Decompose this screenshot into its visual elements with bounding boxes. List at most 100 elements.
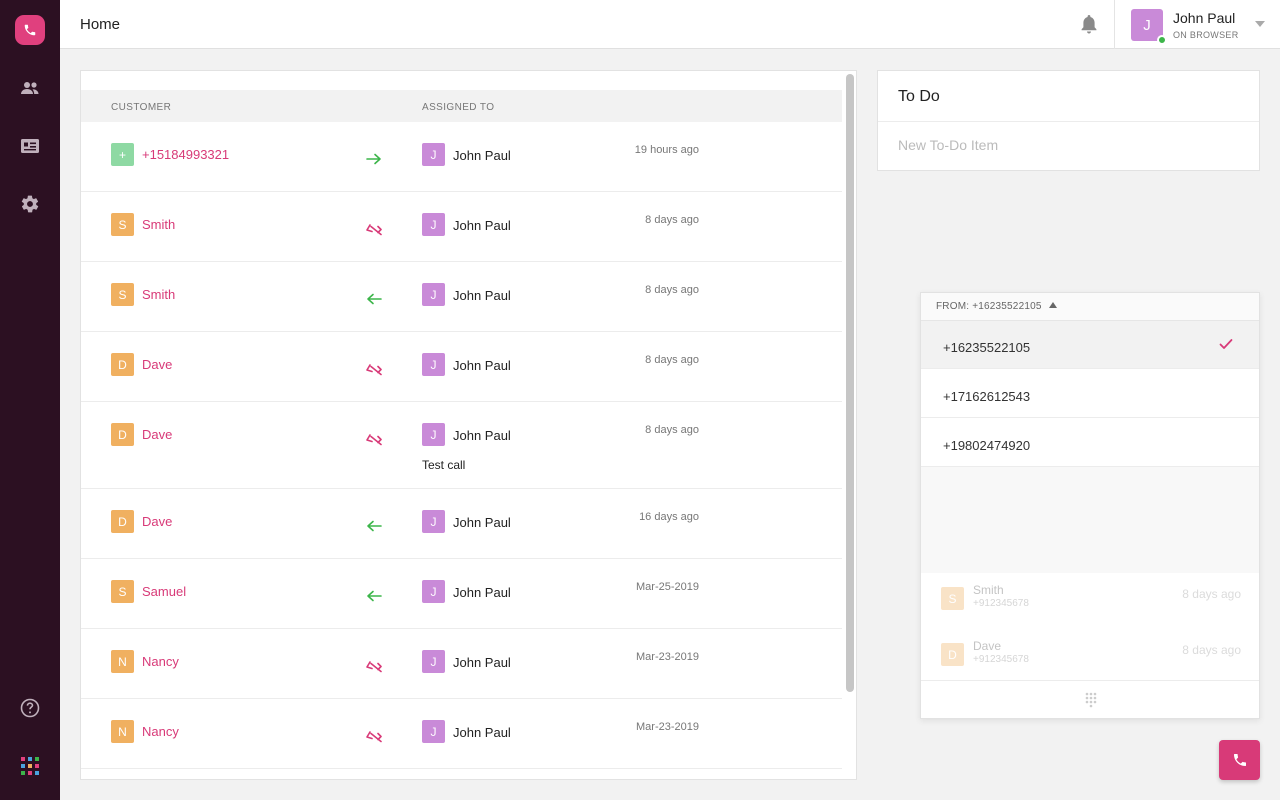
call-row[interactable]: N Nancy J John Paul Mar-23-2019 — [81, 699, 842, 769]
from-number-option[interactable]: +19802474920 — [921, 419, 1259, 467]
contact-card-icon[interactable] — [18, 134, 42, 158]
call-row[interactable]: N Nancy J John Paul Mar-23-2019 — [81, 629, 842, 699]
contacts-icon[interactable] — [18, 76, 42, 100]
agent-name: John Paul — [453, 585, 511, 600]
recent-number: +912345678 — [973, 654, 1029, 665]
customer-name[interactable]: +15184993321 — [142, 147, 229, 162]
customer-name[interactable]: Samuel — [142, 584, 186, 599]
customer-avatar: D — [111, 423, 134, 446]
dialer-panel: FROM: +16235522105 +16235522105 +17162612… — [920, 292, 1260, 719]
agent-name: John Paul — [453, 218, 511, 233]
call-time: 19 hours ago — [634, 144, 699, 156]
apps-grid-icon[interactable] — [18, 754, 42, 778]
top-bar: Home J John Paul ON BROWSER — [60, 0, 1280, 49]
call-log: CUSTOMER ASSIGNED TO + +15184993321 J John … — [80, 70, 857, 780]
agent-avatar: J — [422, 143, 445, 166]
arrow-left-icon — [365, 589, 383, 603]
customer-avatar: N — [111, 650, 134, 673]
arrow-left-icon — [365, 292, 383, 306]
agent-avatar: J — [422, 283, 445, 306]
chevron-down-icon[interactable] — [1255, 21, 1265, 27]
settings-gear-icon[interactable] — [18, 192, 42, 216]
call-row[interactable]: S Samuel J John Paul Mar-25-2019 — [81, 559, 842, 629]
customer-name[interactable]: Smith — [142, 217, 175, 232]
missed-call-icon — [365, 729, 383, 743]
missed-call-icon — [365, 222, 383, 236]
agent-name: John Paul — [453, 655, 511, 670]
recent-name: Smith — [973, 583, 1004, 597]
todo-card: To Do — [877, 70, 1260, 171]
agent-name: John Paul — [453, 288, 511, 303]
customer-name[interactable]: Dave — [142, 427, 172, 442]
todo-title: To Do — [898, 88, 940, 105]
from-number-option[interactable]: +17162612543 — [921, 370, 1259, 418]
agent-avatar: J — [422, 580, 445, 603]
call-time: 8 days ago — [645, 214, 699, 226]
agent-avatar: J — [422, 650, 445, 673]
agent-avatar: J — [422, 510, 445, 533]
call-time: Mar-23-2019 — [636, 651, 699, 663]
customer-name[interactable]: Smith — [142, 287, 175, 302]
customer-avatar: D — [111, 510, 134, 533]
from-number-label: FROM: +16235522105 — [936, 301, 1042, 312]
recent-call-item[interactable]: S Smith +912345678 8 days ago — [921, 579, 1259, 635]
call-row[interactable]: D Dave J John Paul 8 days ago — [81, 332, 842, 402]
call-row[interactable]: S Smith J John Paul 8 days ago — [81, 262, 842, 332]
agent-name: John Paul — [453, 358, 511, 373]
arrow-left-icon — [365, 519, 383, 533]
call-row[interactable]: D Dave J John Paul 8 days ago Test call — [81, 402, 842, 489]
recent-avatar: S — [941, 587, 964, 610]
phone-logo-icon[interactable] — [15, 15, 45, 45]
customer-name[interactable]: Dave — [142, 357, 172, 372]
customer-avatar: N — [111, 720, 134, 743]
call-time: 8 days ago — [645, 354, 699, 366]
checkmark-icon — [1219, 337, 1233, 349]
notification-bell-icon[interactable] — [1080, 14, 1100, 34]
online-status-icon — [1157, 35, 1167, 45]
phone-icon — [1233, 754, 1246, 766]
agent-name: John Paul — [453, 515, 511, 530]
arrow-right-icon — [365, 152, 383, 166]
call-button[interactable] — [1219, 740, 1260, 780]
page-title: Home — [80, 16, 121, 33]
user-status: ON BROWSER — [1173, 30, 1239, 40]
keypad-icon[interactable] — [1085, 692, 1097, 708]
keypad-bar — [921, 680, 1259, 718]
agent-avatar: J — [422, 423, 445, 446]
customer-name[interactable]: Nancy — [142, 724, 179, 739]
customer-name[interactable]: Dave — [142, 514, 172, 529]
call-row[interactable]: + +15184993321 J John Paul 19 hours ago — [81, 122, 842, 192]
customer-name[interactable]: Nancy — [142, 654, 179, 669]
call-time: Mar-25-2019 — [636, 581, 699, 593]
agent-avatar: J — [422, 213, 445, 236]
agent-avatar: J — [422, 353, 445, 376]
caret-up-icon[interactable] — [1049, 302, 1057, 308]
help-icon[interactable] — [18, 696, 42, 720]
call-row[interactable]: S Smith J John Paul 8 days ago — [81, 192, 842, 262]
call-time: 8 days ago — [645, 284, 699, 296]
call-time: Mar-23-2019 — [636, 721, 699, 733]
recent-avatar: D — [941, 643, 964, 666]
missed-call-icon — [365, 362, 383, 376]
from-number-option-label: +19802474920 — [943, 438, 1031, 453]
agent-name: John Paul — [453, 725, 511, 740]
call-time: 16 days ago — [639, 511, 699, 523]
from-number-option-label: +17162612543 — [943, 389, 1031, 404]
recent-number: +912345678 — [973, 598, 1029, 609]
sidebar — [0, 0, 60, 800]
recent-time: 8 days ago — [1182, 587, 1241, 601]
from-number-selector[interactable]: FROM: +16235522105 — [921, 293, 1259, 321]
recent-name: Dave — [973, 639, 1002, 653]
agent-name: John Paul — [453, 428, 511, 443]
call-row[interactable]: D Dave J John Paul 16 days ago — [81, 489, 842, 559]
customer-avatar: S — [111, 283, 134, 306]
customer-avatar: D — [111, 353, 134, 376]
call-log-scrollbar[interactable] — [846, 74, 854, 692]
user-menu[interactable]: J John Paul ON BROWSER — [1114, 0, 1280, 49]
new-todo-input[interactable] — [898, 137, 1238, 153]
user-name: John Paul — [1173, 10, 1236, 26]
from-number-option[interactable]: +16235522105 — [921, 321, 1259, 369]
dropdown-blank-area — [921, 467, 1259, 573]
divider — [878, 121, 1259, 122]
column-header-customer: CUSTOMER — [111, 102, 172, 113]
